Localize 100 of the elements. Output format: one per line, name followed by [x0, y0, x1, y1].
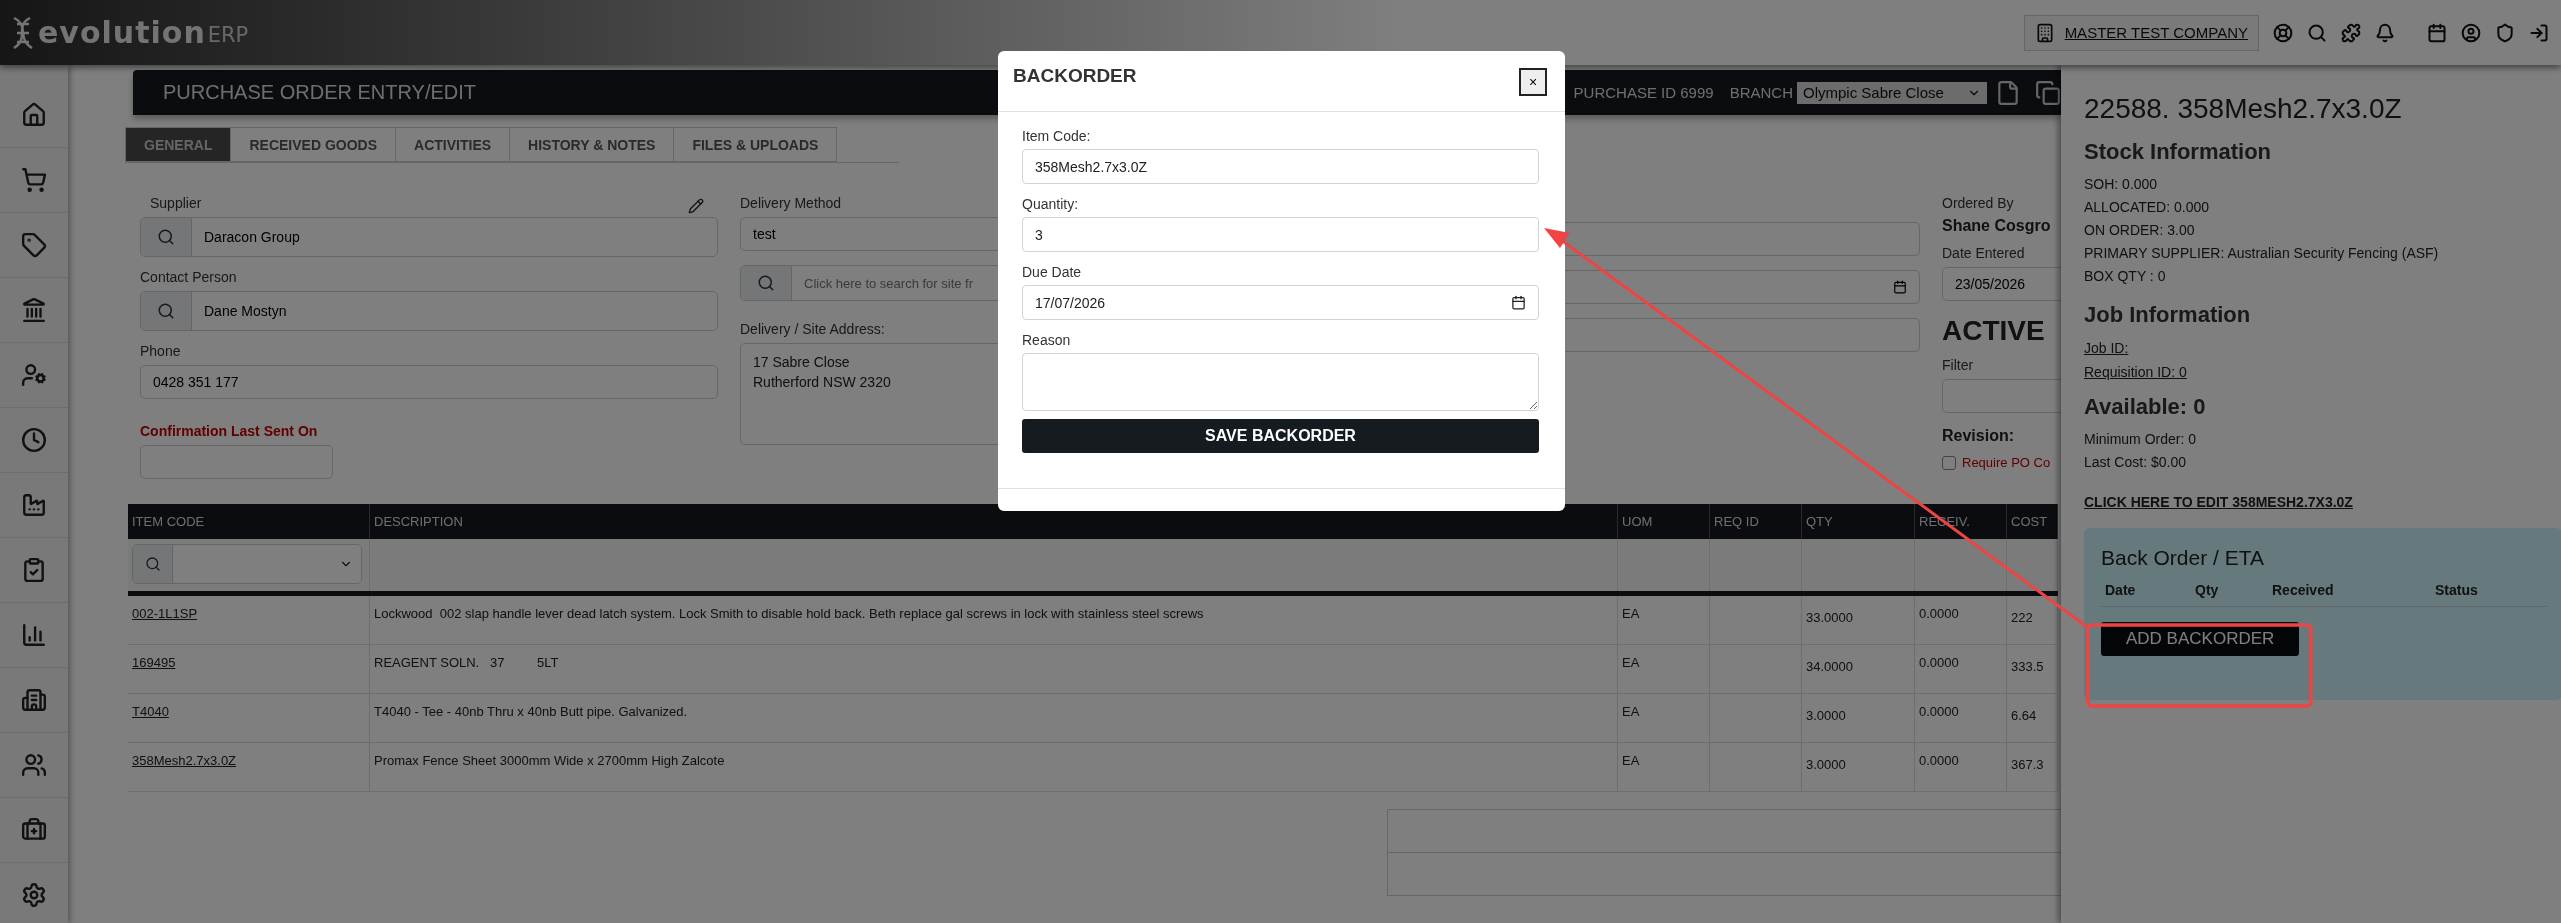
table-cell: Lockwood 002 slap handle lever dead latch system. Lock Smith to disable hold back. Beth replace gal screws in lock with stainless steel screws	[370, 596, 1618, 645]
edit-item-link[interactable]: CLICK HERE TO EDIT 358MESH2.7X3.0Z	[2084, 490, 2353, 514]
tab[interactable]: FILES & UPLOADS	[673, 127, 838, 162]
table-cell: 0.0000	[1915, 694, 2007, 743]
item-code-link[interactable]: 358Mesh2.7x3.0Z	[132, 753, 237, 768]
factory-icon[interactable]	[21, 492, 47, 518]
copy-icon[interactable]	[2035, 79, 2061, 106]
table-cell: 3.0000	[1802, 743, 1915, 792]
info-line: Minimum Order: 0	[2084, 430, 2198, 449]
pencil-icon[interactable]	[688, 198, 704, 214]
search-icon[interactable]	[157, 228, 175, 246]
clipboard-check-icon[interactable]	[21, 557, 47, 583]
field-label: Supplier	[150, 195, 202, 211]
lifebuoy-icon[interactable]	[2273, 22, 2293, 43]
stock-line: ON ORDER: 3.00	[2084, 221, 2196, 240]
available-heading: Available: 0	[2084, 394, 2207, 420]
table-cell: Promax Fence Sheet 3000mm Wide x 2700mm High Zalcote	[370, 743, 1618, 792]
table-cell: 222	[2007, 596, 2058, 645]
field-label: Phone	[140, 343, 181, 359]
bank-icon[interactable]	[21, 297, 47, 323]
item-code-link[interactable]: 002-1L1SP	[132, 606, 198, 621]
home-icon[interactable]	[21, 102, 47, 128]
tag-icon[interactable]	[21, 232, 47, 258]
stock-line: PRIMARY SUPPLIER: Australian Security Fencing (ASF)	[2084, 244, 2440, 263]
stock-line: SOH: 0.000	[2084, 175, 2159, 194]
backorder-title: Back Order / ETA	[2101, 546, 2265, 570]
field-label: Quantity:	[1022, 196, 1080, 212]
branch-select[interactable]: Olympic Sabre Close	[1797, 81, 1987, 104]
table-cell: REAGENT SOLN. 37 5LT	[370, 645, 1618, 694]
status-text: ACTIVE	[1942, 315, 2046, 347]
input-field[interactable]: 3	[1022, 217, 1539, 252]
reason-field[interactable]	[1022, 353, 1539, 411]
job-link[interactable]: Requisition ID: 0	[2084, 360, 2187, 384]
table-cell: 34.0000	[1802, 645, 1915, 694]
table-cell: 6.64	[2007, 694, 2058, 743]
calendar-icon[interactable]	[1511, 295, 1526, 310]
item-code-link[interactable]: T4040	[132, 704, 169, 719]
table-cell: 3.0000	[1802, 694, 1915, 743]
field-label: Confirmation Last Sent On	[140, 423, 318, 439]
sign-in-icon[interactable]	[2529, 22, 2549, 43]
user-gear-icon[interactable]	[21, 362, 47, 388]
date-field[interactable]: 17/07/2026	[1022, 285, 1539, 320]
user-icon[interactable]	[2461, 22, 2481, 43]
info-line: Last Cost: $0.00	[2084, 453, 2187, 472]
field-label: Ordered By	[1942, 195, 2014, 211]
table-cell: 0.0000	[1915, 743, 2007, 792]
job-link[interactable]: Job ID:	[2084, 336, 2129, 360]
column-header: Date	[2105, 582, 2137, 598]
field-label: Item Code:	[1022, 128, 1092, 144]
bar-chart-icon[interactable]	[21, 622, 47, 648]
input-field[interactable]: 358Mesh2.7x3.0Z	[1022, 149, 1539, 184]
section-heading: Job Information	[2084, 302, 2252, 328]
column-header: DESCRIPTION	[370, 504, 1618, 539]
checkbox-label: Require PO Co	[1962, 455, 2051, 470]
settings-icon[interactable]	[21, 882, 47, 908]
column-header: Qty	[2195, 582, 2220, 598]
document-icon[interactable]	[1995, 79, 2021, 106]
bell-icon[interactable]	[2375, 22, 2395, 43]
tab[interactable]: ACTIVITIES	[395, 127, 511, 162]
table-cell: 0.0000	[1915, 645, 2007, 694]
stock-line: ALLOCATED: 0.000	[2084, 198, 2211, 217]
table-cell: 33.0000	[1802, 596, 1915, 645]
cart-icon[interactable]	[21, 167, 47, 193]
table-cell: EA	[1618, 645, 1710, 694]
briefcase-icon[interactable]	[21, 817, 47, 843]
close-button[interactable]: ×	[1519, 68, 1547, 96]
phone-field[interactable]: 0428 351 177	[140, 365, 718, 399]
field-label: Delivery Method	[740, 195, 842, 211]
column-header: UOM	[1618, 504, 1710, 539]
search-icon[interactable]	[144, 556, 161, 572]
tab[interactable]: RECEIVED GOODS	[230, 127, 397, 162]
logo-suffix: ERP	[207, 23, 249, 49]
tab[interactable]: HISTORY & NOTES	[509, 127, 675, 162]
shield-icon[interactable]	[2495, 22, 2515, 43]
item-code-link[interactable]: 169495	[132, 655, 176, 670]
users-icon[interactable]	[21, 752, 47, 778]
buildings-icon[interactable]	[21, 687, 47, 713]
company-selector[interactable]: MASTER TEST COMPANY	[2023, 14, 2259, 51]
confirmation-field[interactable]	[140, 445, 333, 479]
field-label: Filter	[1942, 357, 1974, 373]
column-header: ITEM CODE	[128, 504, 370, 539]
logo-text: evolution	[38, 15, 206, 50]
column-header: Status	[2435, 582, 2479, 598]
search-icon[interactable]	[157, 302, 175, 320]
table-cell: 333.5	[2007, 645, 2058, 694]
dialog-title: BACKORDER	[1013, 65, 1137, 87]
save-backorder-button[interactable]: SAVE BACKORDER	[1022, 419, 1539, 453]
table-cell: T4040 - Tee - 40nb Thru x 40nb Butt pipe. Galvanized.	[370, 694, 1618, 743]
item-title: 22588. 358Mesh2.7x3.0Z	[2084, 93, 2403, 125]
field-label: Delivery / Site Address:	[740, 321, 885, 337]
checkbox[interactable]	[1942, 455, 1956, 470]
puzzle-icon[interactable]	[2341, 22, 2361, 43]
search-icon[interactable]	[757, 274, 775, 292]
search-icon[interactable]	[2307, 22, 2327, 43]
clock-icon[interactable]	[21, 427, 47, 453]
field-label: Contact Person	[140, 269, 237, 285]
tab[interactable]: GENERAL	[125, 127, 232, 162]
purchase-id: PURCHASE ID 6999	[1573, 84, 1714, 101]
column-header: QTY	[1802, 504, 1915, 539]
table-cell: EA	[1618, 743, 1710, 792]
